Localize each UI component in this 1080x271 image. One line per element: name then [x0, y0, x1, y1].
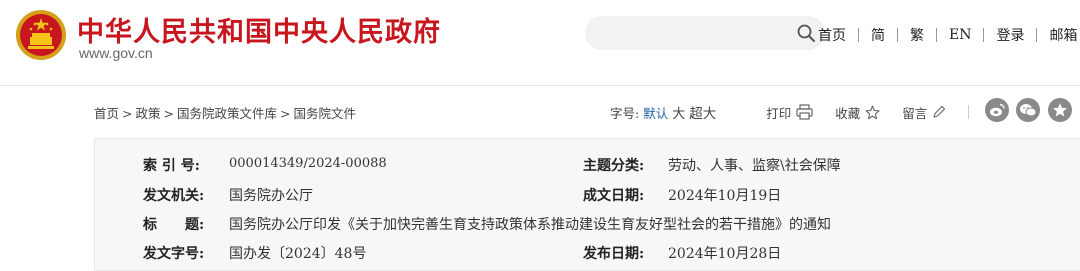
star-icon [865, 104, 880, 119]
font-size-label: 字号: [610, 105, 640, 121]
nav-simplified[interactable]: 简 [859, 25, 897, 45]
breadcrumb-state-council-docs[interactable]: 国务院文件 [294, 106, 357, 121]
info-row: 发文机关: 国务院办公厅 成文日期: 2024年10月19日 [95, 185, 1080, 205]
nav-home[interactable]: 首页 [818, 25, 858, 45]
wechat-icon [1020, 104, 1037, 117]
search-icon[interactable] [797, 24, 815, 42]
breadcrumb-separator: > [122, 106, 133, 121]
font-size-extra-large[interactable]: 超大 [689, 102, 716, 122]
toolbar-divider [968, 105, 970, 119]
created-date-label: 成文日期: [583, 188, 645, 204]
doc-number-label: 发文字号: [143, 246, 205, 262]
search-input[interactable] [585, 16, 825, 50]
weibo-icon [990, 103, 1005, 117]
title-value: 国务院办公厅印发《关于加快完善生育支持政策体系推动建设生育友好型社会的若干措施》… [229, 217, 831, 233]
wechat-share-icon[interactable] [1016, 98, 1040, 122]
published-date-value: 2024年10月28日 [668, 246, 782, 262]
favorite-label: 收藏 [835, 105, 861, 121]
breadcrumb-separator: > [163, 106, 174, 121]
printer-icon [796, 104, 813, 120]
index-label: 索 引 号: [143, 158, 200, 174]
pencil-icon [933, 105, 946, 118]
info-row: 发文字号: 国办发〔2024〕48号 发布日期: 2024年10月28日 [95, 243, 1080, 263]
title-label: 标 题: [143, 217, 205, 233]
breadcrumb-home[interactable]: 首页 [94, 106, 119, 121]
nav-login[interactable]: 登录 [984, 25, 1036, 45]
nav-english[interactable]: EN [937, 27, 983, 43]
weibo-share-icon[interactable] [985, 98, 1009, 122]
doc-number-value: 国办发〔2024〕48号 [229, 246, 367, 262]
index-value: 000014349/2024-00088 [229, 156, 387, 171]
favorite-button[interactable]: 收藏 [835, 103, 880, 122]
site-name[interactable]: 中华人民共和国中央人民政府 [77, 10, 441, 49]
article-toolbar: 字号: 默认 大 超大 打印 收藏 留言 [610, 102, 970, 122]
topic-value: 劳动、人事、监察\社会保障 [668, 158, 841, 174]
national-emblem-icon[interactable] [15, 9, 67, 61]
site-header: 中华人民共和国中央人民政府 www.gov.cn 首页 简 繁 EN 登录 邮箱 [0, 0, 1080, 86]
topic-label: 主题分类: [583, 158, 645, 174]
nav-mailbox[interactable]: 邮箱 [1037, 25, 1080, 45]
breadcrumb-policy-library[interactable]: 国务院政策文件库 [177, 106, 277, 121]
info-row: 标 题: 国务院办公厅印发《关于加快完善生育支持政策体系推动建设生育友好型社会的… [95, 214, 1080, 234]
nav-traditional[interactable]: 繁 [898, 25, 936, 45]
font-size-large[interactable]: 大 [672, 103, 685, 122]
breadcrumb-separator: > [280, 106, 291, 121]
print-button[interactable]: 打印 [766, 103, 813, 122]
breadcrumb: 首页 > 政策 > 国务院政策文件库 > 国务院文件 [94, 103, 356, 122]
favorites-share-icon[interactable] [1048, 98, 1072, 122]
print-label: 打印 [766, 105, 792, 121]
comment-button[interactable]: 留言 [902, 103, 946, 122]
header-divider [0, 85, 1080, 86]
created-date-value: 2024年10月19日 [668, 188, 782, 204]
top-nav: 首页 简 繁 EN 登录 邮箱 [818, 25, 1080, 45]
document-info-panel: 索 引 号: 000014349/2024-00088 主题分类: 劳动、人事、… [94, 138, 1080, 271]
star-badge-icon [1053, 103, 1067, 117]
font-size-default[interactable]: 默认 [643, 103, 668, 122]
comment-label: 留言 [902, 105, 928, 121]
site-domain: www.gov.cn [79, 45, 153, 61]
info-row: 索 引 号: 000014349/2024-00088 主题分类: 劳动、人事、… [95, 155, 1080, 175]
issuer-value: 国务院办公厅 [229, 188, 313, 204]
breadcrumb-policy[interactable]: 政策 [136, 106, 161, 121]
published-date-label: 发布日期: [583, 246, 645, 262]
issuer-label: 发文机关: [143, 188, 205, 204]
